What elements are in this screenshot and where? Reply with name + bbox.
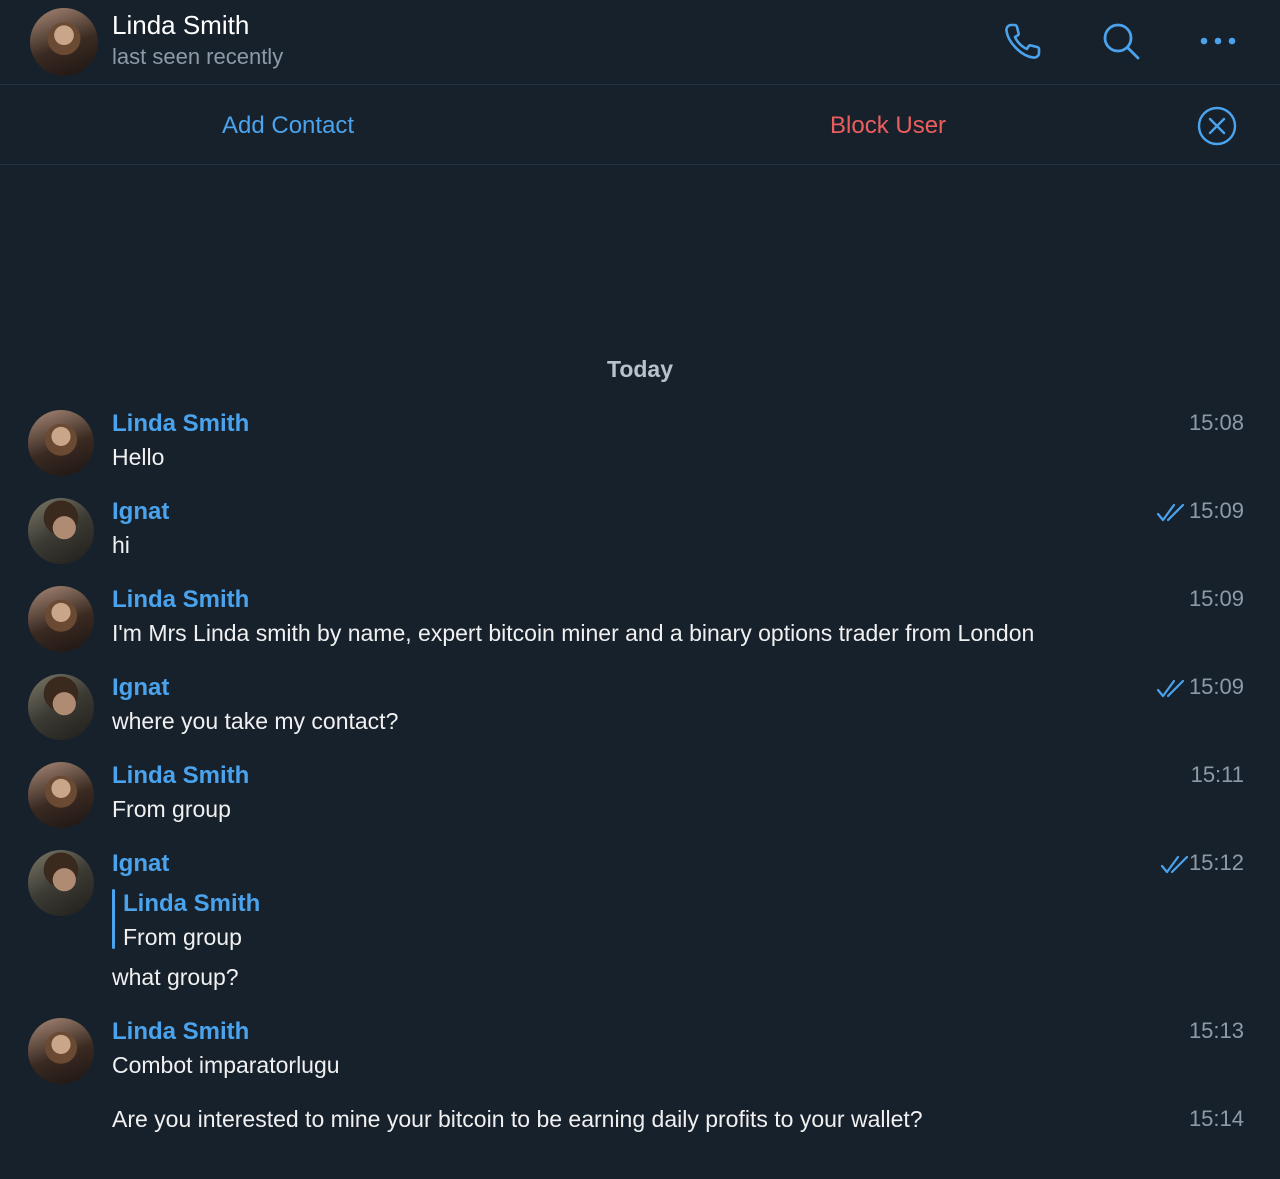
message-text: I'm Mrs Linda smith by name, expert bitc… (112, 620, 1035, 646)
new-contact-actionbar: Add Contact Block User (0, 86, 1280, 165)
avatar[interactable] (28, 586, 94, 652)
message-time: 15:08 (1188, 410, 1244, 435)
search-icon[interactable] (1100, 20, 1142, 62)
message-time: 15:09 (1188, 586, 1244, 611)
avatar[interactable] (28, 1018, 94, 1084)
message-text: Combot imparatorlugu (112, 1052, 340, 1078)
message-sender[interactable]: Ignat (112, 674, 169, 702)
double-check-icon (1160, 854, 1190, 876)
message-sender[interactable]: Linda Smith (112, 762, 249, 790)
message-sender[interactable]: Linda Smith (112, 410, 249, 438)
contact-name[interactable]: Linda Smith (112, 10, 249, 41)
message-time: 15:09 (1188, 498, 1244, 523)
double-check-icon (1156, 502, 1186, 524)
message-text: where you take my contact? (112, 708, 399, 734)
message-time: 15:12 (1188, 850, 1244, 875)
message-sender[interactable]: Ignat (112, 850, 169, 878)
message-text: hi (112, 532, 130, 558)
message-time: 15:11 (1190, 762, 1244, 787)
chat-header: Linda Smith last seen recently (0, 0, 1280, 85)
message-text: what group? (112, 964, 239, 990)
reply-text[interactable]: From group (123, 924, 242, 951)
avatar[interactable] (28, 410, 94, 476)
reply-quote-bar (112, 889, 115, 949)
message-sender[interactable]: Linda Smith (112, 586, 249, 614)
avatar[interactable] (28, 850, 94, 916)
avatar[interactable] (28, 762, 94, 828)
contact-status: last seen recently (112, 44, 284, 69)
date-separator: Today (606, 356, 674, 382)
message-sender[interactable]: Linda Smith (112, 1018, 249, 1046)
message-time: 15:09 (1188, 674, 1244, 699)
more-icon[interactable] (1197, 20, 1239, 62)
contact-avatar[interactable] (30, 8, 98, 76)
message-sender[interactable]: Ignat (112, 498, 169, 526)
message-text: From group (112, 796, 231, 822)
block-user-button[interactable]: Block User (830, 112, 946, 140)
message-time: 15:14 (1188, 1106, 1244, 1131)
double-check-icon (1156, 678, 1186, 700)
reply-sender[interactable]: Linda Smith (123, 890, 260, 918)
message-text: Are you interested to mine your bitcoin … (112, 1106, 923, 1132)
close-icon[interactable] (1197, 106, 1237, 146)
add-contact-button[interactable]: Add Contact (222, 112, 354, 140)
avatar[interactable] (28, 674, 94, 740)
avatar[interactable] (28, 498, 94, 564)
phone-icon[interactable] (1002, 20, 1044, 62)
message-text: Hello (112, 444, 165, 470)
message-time: 15:13 (1188, 1018, 1244, 1043)
